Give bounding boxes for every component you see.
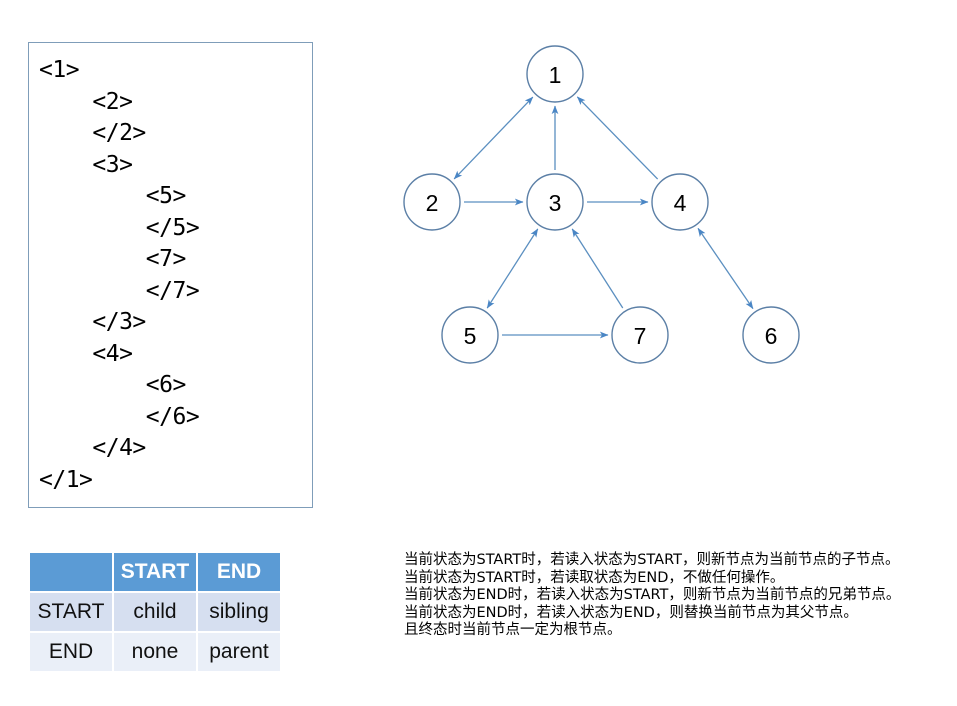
table-cell-end-start: none: [114, 633, 196, 671]
table-cell-start-start: child: [114, 593, 196, 631]
table-col-header-end: END: [198, 553, 280, 591]
graph-node-label-4: 4: [674, 190, 687, 216]
xml-code-box: <1> <2> </2> <3> <5> </5> <7> </7> </3> …: [28, 42, 313, 508]
table-body: START child sibling END none parent: [30, 593, 280, 671]
code-line: <7>: [39, 246, 187, 272]
graph-edge-4-6: [697, 227, 754, 310]
graph-edge-1-2: [453, 96, 534, 180]
code-line: <4>: [39, 340, 133, 367]
code-line: </7>: [39, 277, 200, 304]
code-line: <2>: [39, 88, 133, 115]
graph-node-label-5: 5: [464, 323, 477, 349]
node-graph-diagram: 1 2 3 4 5 7 6: [395, 30, 855, 390]
graph-edge-7-3: [571, 228, 624, 309]
code-line: <1>: [39, 57, 80, 83]
rule-line: 当前状态为START时，若读入状态为START，则新节点为当前节点的子节点。: [404, 552, 900, 568]
code-line: <6>: [39, 372, 187, 398]
code-line: </4>: [39, 435, 146, 461]
table-row-header-end: END: [30, 633, 112, 671]
graph-node-label-3: 3: [549, 190, 562, 216]
rule-line: 当前状态为START时，若读取状态为END，不做任何操作。: [404, 569, 785, 586]
graph-node-label-1: 1: [549, 62, 562, 88]
table-cell-start-end: sibling: [198, 593, 280, 631]
graph-svg-canvas: 1 2 3 4 5 7 6: [403, 45, 800, 364]
code-line: <3>: [39, 151, 133, 178]
graph-edge-3-5: [486, 228, 539, 309]
graph-node-label-2: 2: [426, 190, 439, 216]
xml-code-lines: <1> <2> </2> <3> <5> </5> <7> </7> </3> …: [39, 55, 308, 496]
table-cell-end-end: parent: [198, 633, 280, 671]
code-line: <5>: [39, 183, 187, 209]
rule-line: 且终态时当前节点一定为根节点。: [404, 622, 622, 638]
table-header-row: START END: [30, 553, 280, 591]
graph-edges-layer: [453, 96, 754, 339]
state-transition-table: START END START child sibling END none p…: [28, 551, 282, 673]
graph-node-label-6: 6: [765, 323, 778, 349]
code-line: </6>: [39, 403, 200, 430]
graph-nodes-layer: 1 2 3 4 5 7 6: [403, 45, 800, 364]
graph-node-label-7: 7: [634, 323, 647, 349]
graph-edge-4-1: [576, 96, 659, 180]
table-row: START child sibling: [30, 593, 280, 631]
table-row: END none parent: [30, 633, 280, 671]
table-col-header-start: START: [114, 553, 196, 591]
code-line: </5>: [39, 214, 200, 241]
code-line: </1>: [39, 466, 93, 493]
rule-line: 当前状态为END时，若读入状态为START，则新节点为当前节点的兄弟节点。: [404, 587, 901, 603]
table-header: START END: [30, 553, 280, 591]
code-line: </2>: [39, 120, 146, 146]
rules-text-block: 当前状态为START时，若读入状态为START，则新节点为当前节点的子节点。 当前…: [404, 552, 934, 640]
rule-line: 当前状态为END时，若读入状态为END，则替换当前节点为其父节点。: [404, 604, 858, 621]
table-row-header-start: START: [30, 593, 112, 631]
code-line: </3>: [39, 309, 146, 335]
table-corner-cell: [30, 553, 112, 591]
